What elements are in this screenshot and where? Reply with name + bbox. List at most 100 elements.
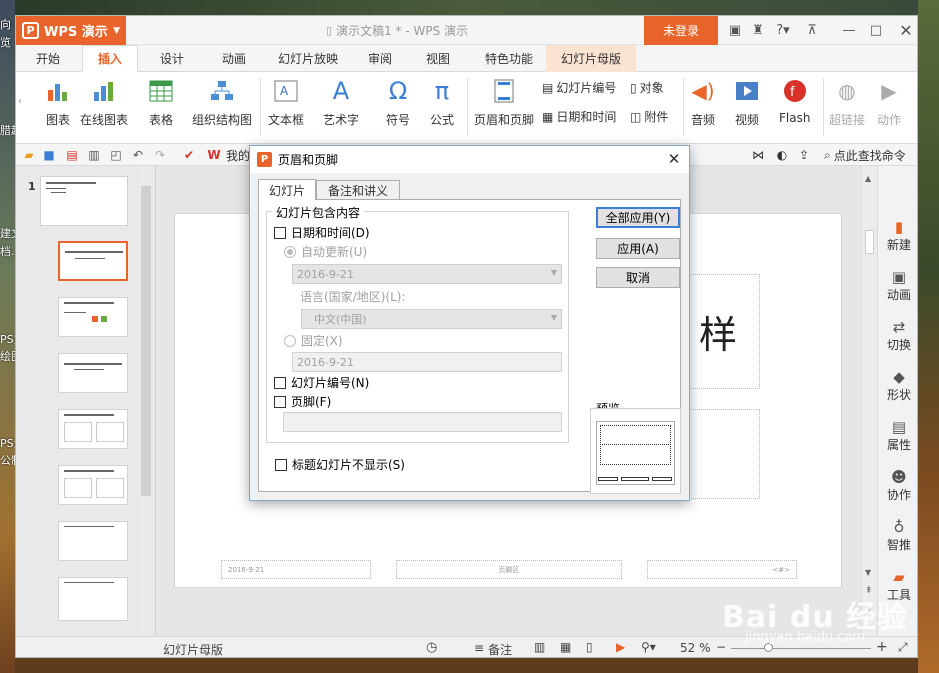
scroll-down-icon[interactable]: ▼	[865, 568, 871, 577]
tab-features[interactable]: 特色功能	[474, 45, 544, 72]
comment-icon[interactable]: ◐	[774, 147, 790, 163]
thumbnail-scrollbar-thumb[interactable]	[141, 186, 151, 496]
date-format-select[interactable]: 2016-9-21 ▼	[292, 264, 562, 284]
apply-all-button[interactable]: 全部应用(Y)	[596, 207, 680, 228]
chart-button[interactable]: 图表	[45, 78, 71, 128]
command-search[interactable]: ⌕ 点此查找命令	[824, 147, 906, 164]
my-docs-label[interactable]: 我的	[226, 147, 250, 164]
slide-number-checkbox[interactable]: 幻灯片编号(N)	[274, 374, 369, 391]
save-icon[interactable]: ■	[41, 147, 57, 163]
object-button[interactable]: ▯ 对象	[630, 79, 664, 96]
open-folder-icon[interactable]: ▰	[21, 147, 37, 163]
date-time-checkbox[interactable]: 日期和时间(D)	[274, 224, 370, 241]
ribbon-scroll-left-icon[interactable]: ‹	[18, 96, 22, 107]
date-time-button[interactable]: ▦ 日期和时间	[542, 108, 616, 125]
tab-insert[interactable]: 插入	[82, 45, 138, 72]
action-button[interactable]: ▶ 动作	[876, 78, 902, 128]
date-placeholder[interactable]: 2016-9-21	[221, 560, 371, 579]
dialog-close-icon[interactable]: ✕	[664, 149, 684, 169]
slideshow-icon[interactable]: ▶	[616, 640, 625, 654]
share-icon[interactable]: ⇪	[796, 147, 812, 163]
audio-button[interactable]: ◀) 音频	[690, 78, 716, 128]
reading-view-icon[interactable]: ▯	[586, 640, 593, 654]
scroll-up-icon[interactable]: ▲	[865, 174, 871, 183]
slide-thumbnail[interactable]	[58, 577, 128, 621]
zoom-out-icon[interactable]: −	[716, 640, 726, 654]
slide-number-placeholder[interactable]: <#>	[647, 560, 797, 579]
slide-thumbnail[interactable]	[40, 176, 128, 226]
sidebar-item-transition[interactable]: ⇄ 切换	[878, 318, 917, 353]
tab-animation[interactable]: 动画	[210, 45, 258, 72]
symbol-button[interactable]: Ω 符号	[385, 77, 411, 128]
wordart-button[interactable]: A 艺术字	[323, 77, 359, 128]
help-icon[interactable]: ?▾	[771, 20, 795, 40]
hyperlink-button[interactable]: ◍ 超链接	[829, 78, 865, 128]
org-chart-button[interactable]: 组织结构图	[192, 78, 252, 128]
footer-checkbox[interactable]: 页脚(F)	[274, 393, 331, 410]
wps-app-menu-button[interactable]: P WPS 演示 ▼	[16, 16, 126, 45]
tab-review[interactable]: 审阅	[358, 45, 402, 72]
pin-icon[interactable]: ⋈	[750, 147, 766, 163]
print-preview-icon[interactable]: ◰	[108, 147, 124, 163]
tab-view[interactable]: 视图	[416, 45, 460, 72]
sidebar-item-smart[interactable]: ♁ 智推	[878, 518, 917, 553]
slide-thumbnail[interactable]	[58, 465, 128, 505]
fit-window-icon[interactable]: ⤢	[898, 640, 908, 655]
language-select[interactable]: 中文(中国) ▼	[301, 309, 562, 329]
textbox-button[interactable]: A 文本框	[268, 78, 304, 128]
attachment-button[interactable]: ◫ 附件	[630, 108, 668, 125]
slide-thumbnail[interactable]	[58, 353, 128, 393]
hide-on-title-checkbox[interactable]: 标题幻灯片不显示(S)	[275, 456, 405, 473]
fixed-date-input[interactable]: 2016-9-21	[292, 352, 562, 372]
slide-thumbnail[interactable]	[58, 521, 128, 561]
print-icon[interactable]: ▥	[86, 147, 102, 163]
skin-icon[interactable]: ▣	[726, 20, 744, 40]
slide-sorter-icon[interactable]: ▦	[560, 640, 571, 654]
apply-button[interactable]: 应用(A)	[596, 238, 680, 259]
header-footer-button[interactable]: 页眉和页脚	[474, 78, 534, 128]
sidebar-item-collab[interactable]: ☻ 协作	[878, 468, 917, 503]
cancel-button[interactable]: 取消	[596, 267, 680, 288]
footer-placeholder[interactable]: 页脚区	[396, 560, 622, 579]
pin-location-icon[interactable]: ⚲▾	[641, 640, 656, 654]
wps-cloud-icon[interactable]: W	[206, 147, 222, 163]
zoom-in-icon[interactable]: +	[876, 639, 888, 655]
footer-text-input[interactable]	[283, 412, 562, 432]
close-icon[interactable]: ✕	[896, 20, 916, 40]
pdf-icon[interactable]: ▤	[64, 147, 80, 163]
normal-view-icon[interactable]: ▥	[534, 640, 545, 654]
zoom-slider[interactable]	[731, 648, 871, 649]
tab-design[interactable]: 设计	[148, 45, 196, 72]
undo-icon[interactable]: ↶	[130, 147, 146, 163]
shirt-icon[interactable]: ♜	[749, 20, 767, 40]
sidebar-item-new[interactable]: ▮ 新建	[878, 218, 917, 253]
minimize-icon[interactable]: —	[839, 20, 859, 40]
vertical-scrollbar-thumb[interactable]	[865, 230, 874, 254]
tab-notes-handouts[interactable]: 备注和讲义	[316, 180, 400, 200]
sidebar-item-shape[interactable]: ◆ 形状	[878, 368, 917, 403]
online-chart-button[interactable]: 在线图表	[80, 78, 128, 128]
fixed-radio[interactable]: 固定(X)	[284, 332, 343, 349]
sidebar-item-properties[interactable]: ▤ 属性	[878, 418, 917, 453]
formula-button[interactable]: π 公式	[429, 77, 455, 128]
flash-button[interactable]: f Flash	[779, 78, 810, 125]
vertical-scrollbar[interactable]: ▲ ▼ ⇞ ⇟	[861, 166, 877, 636]
history-icon[interactable]: ◷	[426, 640, 437, 655]
slide-thumbnail[interactable]	[58, 241, 128, 281]
pane-collapse-handle[interactable]	[917, 386, 918, 431]
tab-slideshow[interactable]: 幻灯片放映	[270, 45, 346, 72]
slide-number-button[interactable]: ▤ 幻灯片编号	[542, 79, 616, 96]
restore-top-icon[interactable]: ⊼	[802, 20, 822, 40]
login-button[interactable]: 未登录	[644, 16, 718, 45]
slide-thumbnail[interactable]	[58, 297, 128, 337]
slide-thumbnail[interactable]	[58, 409, 128, 449]
format-painter-icon[interactable]: ✔	[181, 147, 197, 163]
auto-update-radio[interactable]: 自动更新(U)	[284, 243, 367, 260]
notes-toggle[interactable]: ≡ 备注	[474, 641, 512, 657]
tab-slide[interactable]: 幻灯片	[258, 179, 316, 200]
redo-icon[interactable]: ↷	[152, 147, 168, 163]
tab-home[interactable]: 开始	[24, 45, 72, 72]
sidebar-item-animation[interactable]: ▣ 动画	[878, 268, 917, 303]
video-button[interactable]: 视频	[734, 78, 760, 128]
maximize-icon[interactable]: □	[866, 20, 886, 40]
